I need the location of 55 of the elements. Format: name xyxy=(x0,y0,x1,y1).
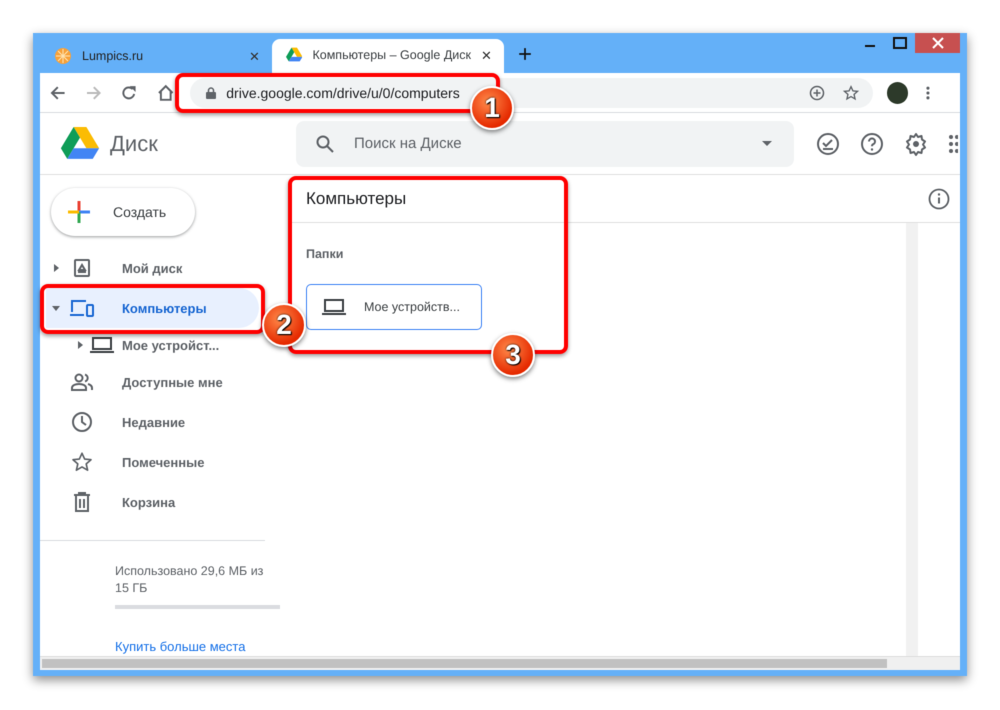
sidebar-item[interactable]: Компьютеры xyxy=(46,288,259,328)
sidebar-item[interactable]: Помеченные xyxy=(46,442,259,482)
avatar[interactable] xyxy=(886,82,908,104)
sidebar-item[interactable]: Мой диск xyxy=(46,248,259,288)
laptop-icon xyxy=(322,299,346,315)
back-arrow-icon[interactable] xyxy=(50,84,66,100)
search-input[interactable]: Поиск на Диске xyxy=(352,134,744,153)
close-icon[interactable]: ✕ xyxy=(481,48,492,62)
sidebar-item[interactable]: Недавние xyxy=(46,402,259,442)
info-icon[interactable] xyxy=(928,188,950,210)
buy-storage-link[interactable]: Купить больше места xyxy=(115,639,290,654)
section-heading: Папки xyxy=(306,247,344,261)
page-title: Компьютеры xyxy=(306,188,406,208)
more-vert-icon[interactable] xyxy=(926,86,930,100)
new-tab-button[interactable]: + xyxy=(518,43,532,67)
settings-icon[interactable] xyxy=(904,132,928,156)
help-icon[interactable] xyxy=(860,132,884,156)
scrollbar[interactable] xyxy=(906,223,918,656)
offline-check-icon[interactable] xyxy=(816,132,840,156)
create-button[interactable]: Создать xyxy=(51,188,195,236)
search-field[interactable]: Поиск на Диске xyxy=(296,120,794,166)
caret-icon[interactable] xyxy=(52,304,60,312)
computers-icon xyxy=(69,298,95,318)
scrollbar[interactable] xyxy=(40,656,960,670)
trash-icon xyxy=(73,492,91,512)
sidebar-item[interactable]: Корзина xyxy=(46,482,259,522)
sidebar-item[interactable]: Доступные мне xyxy=(46,362,259,402)
computer-folder-card[interactable]: Мое устройств... xyxy=(306,284,482,330)
star-icon xyxy=(71,451,93,473)
drive-logo-icon xyxy=(286,47,302,63)
sidebar-item[interactable]: Мое устройст... xyxy=(46,328,259,362)
close-icon[interactable]: ✕ xyxy=(249,48,260,64)
laptop-icon xyxy=(90,337,114,353)
clock-icon xyxy=(71,411,93,433)
dropdown-caret-icon[interactable] xyxy=(762,140,772,146)
caret-icon[interactable] xyxy=(76,341,84,349)
browser-tab[interactable]: Lumpics.ru ✕ xyxy=(40,43,272,73)
caret-icon[interactable] xyxy=(52,264,60,272)
star-icon[interactable] xyxy=(842,84,859,100)
tab-title: Компьютеры – Google Диск xyxy=(312,48,471,62)
search-icon xyxy=(316,134,334,152)
lock-icon xyxy=(206,86,216,98)
close-icon[interactable] xyxy=(915,33,960,53)
site-favicon-icon xyxy=(54,47,72,65)
tab-title: Lumpics.ru xyxy=(82,49,144,63)
add-circle-icon[interactable] xyxy=(808,84,825,100)
drive-logo-icon xyxy=(60,126,100,160)
home-icon[interactable] xyxy=(156,84,174,102)
reload-icon[interactable] xyxy=(121,84,137,100)
storage-usage-text: Использовано 29,6 МБ из 15 ГБ xyxy=(115,563,264,597)
app-title: Диск xyxy=(110,130,158,156)
drive-icon xyxy=(72,258,92,278)
people-icon xyxy=(70,372,94,392)
plus-icon xyxy=(67,200,91,224)
browser-tab[interactable]: Компьютеры – Google Диск ✕ xyxy=(272,39,504,73)
